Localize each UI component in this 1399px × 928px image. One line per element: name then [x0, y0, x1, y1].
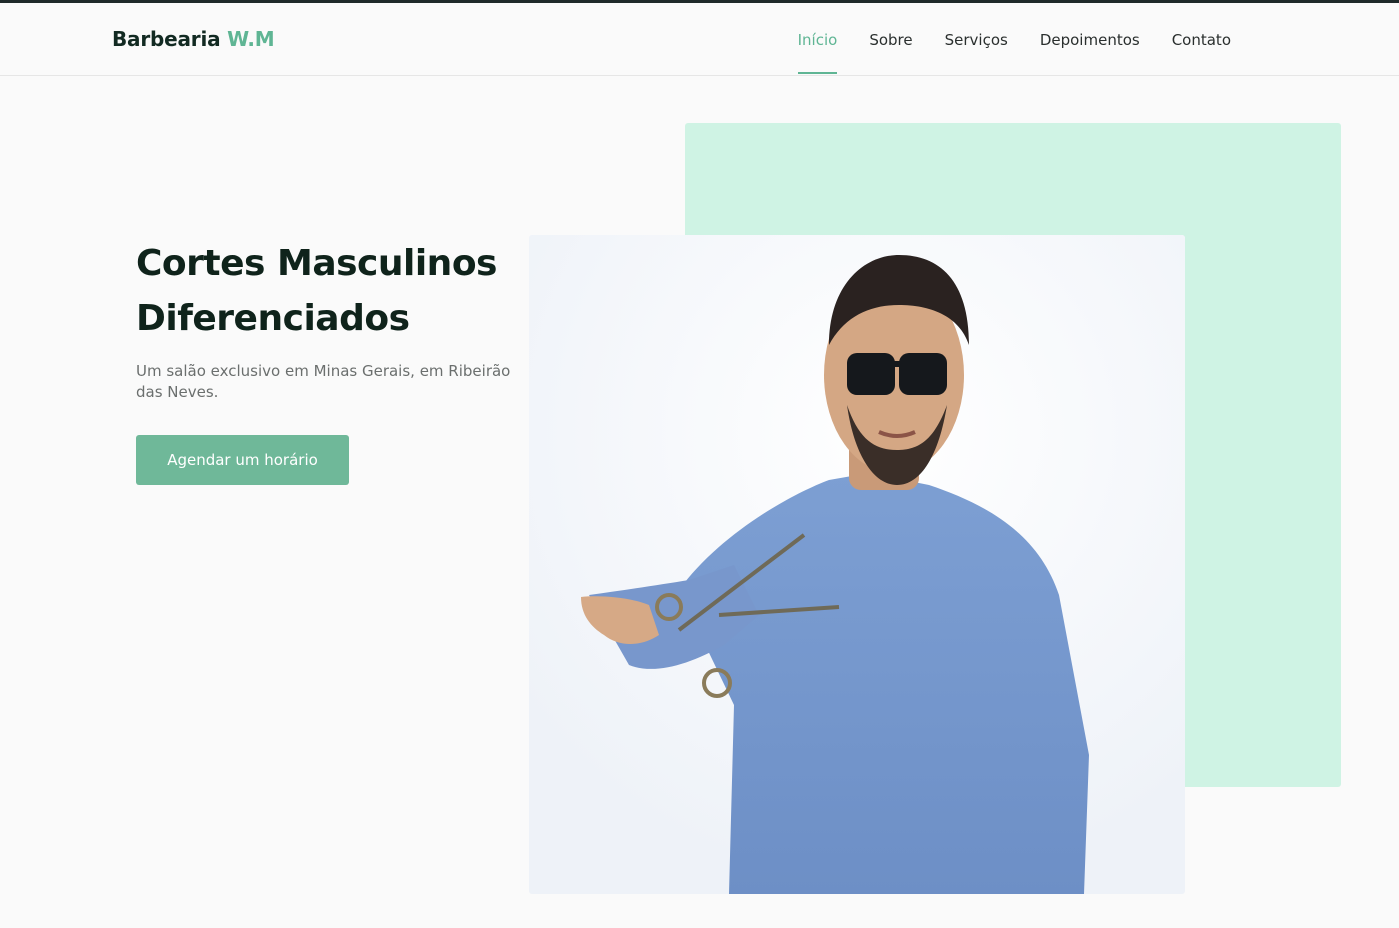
- site-header: Barbearia W.M Início Sobre Serviços Depo…: [0, 3, 1399, 76]
- hero-title-line-1: Cortes Masculinos: [136, 243, 497, 284]
- hero-title: Cortes Masculinos Diferenciados: [136, 236, 556, 346]
- nav-item-inicio[interactable]: Início: [797, 3, 837, 76]
- nav-item-contato[interactable]: Contato: [1172, 3, 1231, 76]
- hero-subtitle: Um salão exclusivo em Minas Gerais, em R…: [136, 362, 511, 401]
- barber-illustration: [529, 235, 1185, 894]
- brand-name: Barbearia: [112, 27, 221, 51]
- nav-item-depoimentos[interactable]: Depoimentos: [1040, 3, 1140, 76]
- nav-item-sobre[interactable]: Sobre: [869, 3, 912, 76]
- brand-accent: W.M: [227, 27, 275, 51]
- main-nav: Início Sobre Serviços Depoimentos Contat…: [766, 3, 1231, 76]
- nav-item-servicos[interactable]: Serviços: [945, 3, 1008, 76]
- hero-title-line-2: Diferenciados: [136, 298, 410, 339]
- schedule-button[interactable]: Agendar um horário: [136, 435, 349, 485]
- barber-photo: [529, 235, 1185, 894]
- brand-logo[interactable]: Barbearia W.M: [112, 27, 275, 51]
